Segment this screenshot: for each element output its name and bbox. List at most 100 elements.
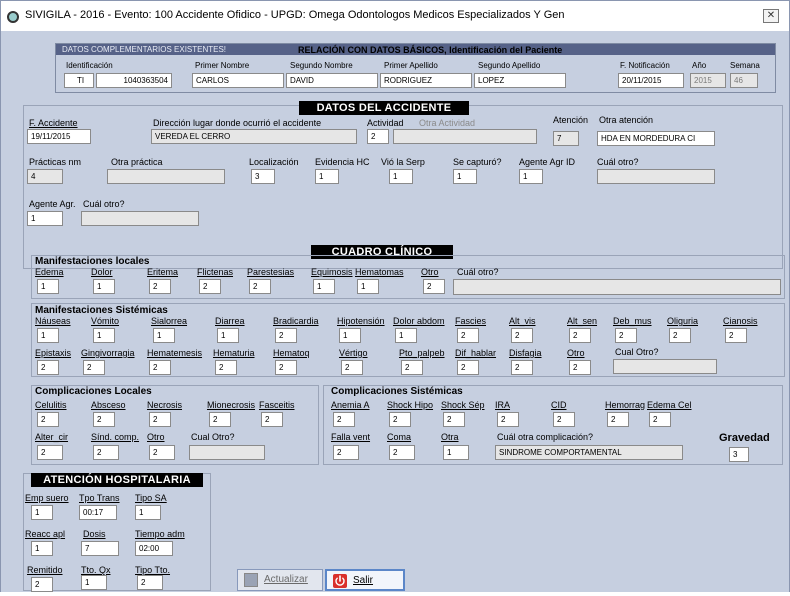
week-field[interactable]: 46	[730, 73, 758, 88]
hematemesis-field[interactable]: 2	[149, 360, 171, 375]
alt-vis-field[interactable]: 2	[511, 328, 533, 343]
second-name-label: Segundo Nombre	[290, 61, 353, 70]
oliguria-field[interactable]: 2	[669, 328, 691, 343]
other-practice-label: Otra práctica	[111, 157, 163, 167]
edema-field[interactable]: 1	[37, 279, 59, 294]
fascies-field[interactable]: 2	[457, 328, 479, 343]
id-type-field[interactable]: TI	[64, 73, 94, 88]
hematomas-field[interactable]: 1	[357, 279, 379, 294]
fasceitis-field[interactable]: 2	[261, 412, 283, 427]
v-rtigo-field[interactable]: 2	[341, 360, 363, 375]
attention-field[interactable]: 7	[553, 131, 579, 146]
notif-date-label: F. Notificación	[620, 61, 670, 70]
v-mito-field[interactable]: 1	[93, 328, 115, 343]
otro-field[interactable]: 2	[423, 279, 445, 294]
captured-field[interactable]: 1	[453, 169, 477, 184]
agent-other-field[interactable]	[81, 211, 199, 226]
hematuria-field[interactable]: 2	[215, 360, 237, 375]
first-surname-label: Primer Apellido	[384, 61, 438, 70]
which-other-field[interactable]	[597, 169, 715, 184]
local-other-field[interactable]	[453, 279, 781, 295]
equimosis-field[interactable]: 1	[313, 279, 335, 294]
deb-mus-field[interactable]: 2	[615, 328, 637, 343]
hematoq-field[interactable]: 2	[275, 360, 297, 375]
evidence-field[interactable]: 1	[315, 169, 339, 184]
disfagia-field[interactable]: 2	[511, 360, 533, 375]
dif-hablar-field[interactable]: 2	[457, 360, 479, 375]
update-button[interactable]: Actualizar	[237, 569, 323, 591]
practices-field[interactable]: 4	[27, 169, 63, 184]
reacc-field[interactable]: 1	[31, 541, 53, 556]
tiempo-adm-field[interactable]: 02:00	[135, 541, 173, 556]
severity-field[interactable]: 3	[729, 447, 749, 462]
dolor-abdom-field[interactable]: 1	[395, 328, 417, 343]
coma-field[interactable]: 2	[389, 445, 415, 460]
edema-cel-field[interactable]: 2	[649, 412, 671, 427]
activity-field[interactable]: 2	[367, 129, 389, 144]
close-button[interactable]: ✕	[763, 9, 779, 23]
alter-cir-field[interactable]: 2	[37, 445, 63, 460]
shock-s-p-field[interactable]: 2	[443, 412, 465, 427]
other-attention-field[interactable]: HDA EN MORDEDURA CI	[597, 131, 715, 146]
first-surname-field[interactable]: RODRIGUEZ	[380, 73, 472, 88]
exit-button[interactable]: Salir	[325, 569, 405, 591]
diarrea-field[interactable]: 1	[217, 328, 239, 343]
second-name-field[interactable]: DAVID	[286, 73, 378, 88]
remitido-field[interactable]: 2	[31, 577, 53, 592]
id-number-field[interactable]: 1040363504	[96, 73, 172, 88]
s-nd-comp-field[interactable]: 2	[93, 445, 119, 460]
dosis-field[interactable]: 7	[81, 541, 119, 556]
agent-field[interactable]: 1	[27, 211, 63, 226]
otro-field[interactable]: 2	[149, 445, 175, 460]
n-useas-field[interactable]: 1	[37, 328, 59, 343]
epistaxis-field[interactable]: 2	[37, 360, 59, 375]
tpo-trans-field[interactable]: 00:17	[79, 505, 117, 520]
pto-palpeb-field[interactable]: 2	[401, 360, 423, 375]
emp-suero-field[interactable]: 1	[31, 505, 53, 520]
which-other-label: Cuál otro?	[597, 157, 639, 167]
notif-date-field[interactable]: 20/11/2015	[618, 73, 684, 88]
year-field[interactable]: 2015	[690, 73, 726, 88]
systemic-other-field[interactable]	[613, 359, 717, 374]
celulitis-label: Celulitis	[35, 400, 67, 410]
sialorrea-field[interactable]: 1	[153, 328, 175, 343]
cid-field[interactable]: 2	[553, 412, 575, 427]
local-complication-other-field[interactable]	[189, 445, 265, 460]
other-practice-field[interactable]	[107, 169, 225, 184]
place-field[interactable]: VEREDA EL CERRO	[151, 129, 357, 144]
tipo-tto-field[interactable]: 2	[137, 575, 163, 590]
shock-hipo-field[interactable]: 2	[389, 412, 411, 427]
hemorrag-field[interactable]: 2	[607, 412, 629, 427]
v-mito-label: Vómito	[91, 316, 120, 326]
systemic-complication-other-field[interactable]: SINDROME COMPORTAMENTAL	[495, 445, 683, 460]
hipotensi-n-field[interactable]: 1	[339, 328, 361, 343]
relation-label: RELACIÓN CON DATOS BÁSICOS, Identificaci…	[298, 45, 563, 55]
first-name-field[interactable]: CARLOS	[192, 73, 284, 88]
second-surname-field[interactable]: LOPEZ	[474, 73, 566, 88]
alt-sen-field[interactable]: 2	[569, 328, 591, 343]
gingivorragia-field[interactable]: 2	[83, 360, 105, 375]
anemia-a-field[interactable]: 2	[333, 412, 355, 427]
parestesias-field[interactable]: 2	[249, 279, 271, 294]
absceso-label: Absceso	[91, 400, 126, 410]
eritema-field[interactable]: 2	[149, 279, 171, 294]
otro-field[interactable]: 2	[569, 360, 591, 375]
falla-vent-field[interactable]: 2	[333, 445, 359, 460]
otra-field[interactable]: 1	[443, 445, 469, 460]
agent-id-field[interactable]: 1	[519, 169, 543, 184]
other-activity-field[interactable]	[393, 129, 537, 144]
location-field[interactable]: 3	[251, 169, 275, 184]
absceso-field[interactable]: 2	[93, 412, 115, 427]
bradicardia-field[interactable]: 2	[275, 328, 297, 343]
ira-field[interactable]: 2	[497, 412, 519, 427]
cianosis-field[interactable]: 2	[725, 328, 747, 343]
celulitis-field[interactable]: 2	[37, 412, 59, 427]
tipo-sa-field[interactable]: 1	[135, 505, 161, 520]
saw-snake-field[interactable]: 1	[389, 169, 413, 184]
tto-qx-field[interactable]: 1	[81, 575, 107, 590]
accident-date-field[interactable]: 19/11/2015	[27, 129, 91, 144]
dolor-field[interactable]: 1	[93, 279, 115, 294]
mionecrosis-field[interactable]: 2	[209, 412, 231, 427]
necrosis-field[interactable]: 2	[149, 412, 171, 427]
flictenas-field[interactable]: 2	[199, 279, 221, 294]
